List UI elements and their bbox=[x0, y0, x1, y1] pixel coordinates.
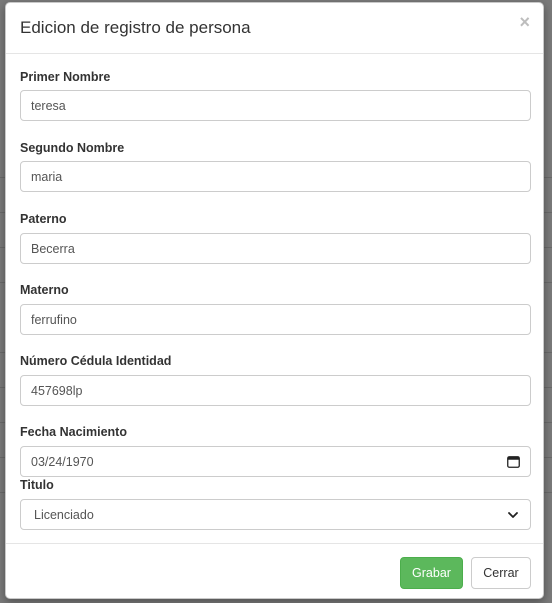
id-number-value: 457698lp bbox=[31, 383, 83, 398]
close-button[interactable]: Cerrar bbox=[471, 557, 531, 589]
id-number-input[interactable]: 457698lp bbox=[20, 375, 531, 406]
maternal-surname-value: ferrufino bbox=[31, 312, 77, 327]
second-name-input[interactable]: maria bbox=[20, 161, 531, 192]
second-name-value: maria bbox=[31, 169, 63, 184]
chevron-down-icon bbox=[506, 508, 520, 522]
paternal-surname-label: Paterno bbox=[20, 212, 67, 226]
edit-person-modal: Edicion de registro de persona × Primer … bbox=[5, 2, 544, 599]
save-button[interactable]: Grabar bbox=[400, 557, 463, 589]
maternal-surname-input[interactable]: ferrufino bbox=[20, 304, 531, 335]
close-icon[interactable]: × bbox=[519, 13, 530, 31]
title-select-value: Licenciado bbox=[34, 507, 94, 522]
birth-date-input[interactable]: 03/24/1970 bbox=[20, 446, 531, 477]
title-select[interactable]: Licenciado bbox=[20, 499, 531, 530]
maternal-surname-label: Materno bbox=[20, 283, 69, 297]
birth-date-label: Fecha Nacimiento bbox=[20, 425, 127, 439]
calendar-icon[interactable] bbox=[506, 455, 520, 469]
birth-date-value: 03/24/1970 bbox=[31, 454, 94, 469]
modal-header: Edicion de registro de persona × bbox=[6, 3, 543, 54]
title-label: Titulo bbox=[20, 478, 54, 492]
first-name-input[interactable]: teresa bbox=[20, 90, 531, 121]
first-name-value: teresa bbox=[31, 98, 66, 113]
first-name-label: Primer Nombre bbox=[20, 70, 111, 84]
second-name-label: Segundo Nombre bbox=[20, 141, 125, 155]
paternal-surname-value: Becerra bbox=[31, 241, 75, 256]
paternal-surname-input[interactable]: Becerra bbox=[20, 233, 531, 264]
modal-footer: Grabar Cerrar bbox=[6, 543, 543, 600]
modal-title: Edicion de registro de persona bbox=[20, 18, 251, 37]
id-number-label: Número Cédula Identidad bbox=[20, 354, 172, 368]
